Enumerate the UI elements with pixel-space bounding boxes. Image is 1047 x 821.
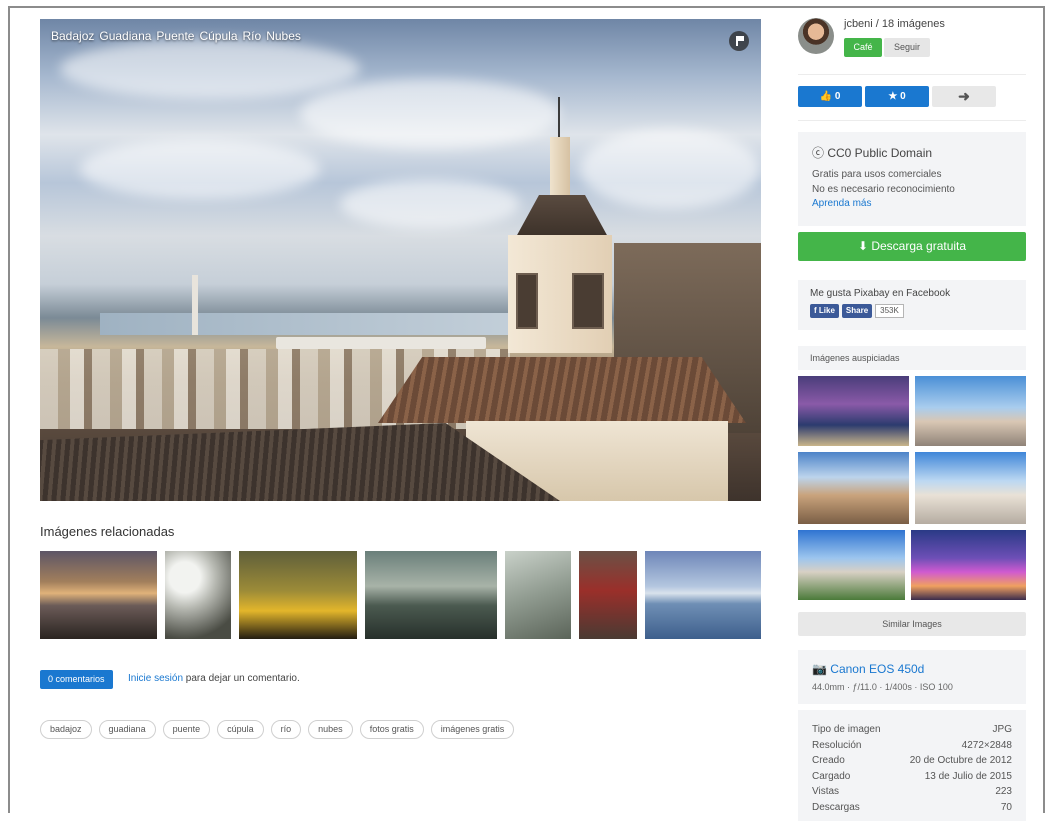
tower-cap-shape: [516, 195, 608, 237]
detail-value: 20 de Octubre de 2012: [909, 755, 1012, 766]
river-shape: [100, 313, 530, 335]
dome-roof-shape: [378, 357, 746, 423]
cloud-shape: [60, 39, 360, 99]
facebook-like-button[interactable]: f Like: [810, 304, 839, 318]
divider: [798, 74, 1026, 75]
license-title: ⓒ CC0 Public Domain: [812, 146, 933, 160]
detail-value: JPG: [992, 724, 1012, 735]
facebook-share-button[interactable]: Share: [841, 304, 873, 318]
camera-specs: 44.0mm · ƒ/11.0 · 1/400s · ISO 100: [812, 682, 953, 692]
detail-label: Cargado: [812, 770, 851, 782]
tag-pill[interactable]: nubes: [308, 720, 353, 739]
detail-value: 223: [995, 786, 1012, 797]
share-button[interactable]: ➜: [932, 86, 996, 107]
bridge-shape: [276, 337, 486, 349]
detail-label: Tipo de imagen: [812, 724, 881, 735]
learn-more-link[interactable]: Aprenda más: [812, 198, 871, 209]
license-line: Gratis para usos comerciales: [812, 169, 942, 180]
related-thumb[interactable]: [165, 551, 231, 639]
detail-label: Vistas: [812, 786, 840, 797]
related-title: Imágenes relacionadas: [40, 524, 175, 539]
related-thumb[interactable]: [645, 551, 761, 639]
sponsored-thumb[interactable]: [915, 452, 1026, 524]
detail-label: Creado: [812, 755, 845, 766]
detail-row: Tipo de imagen JPG: [812, 722, 1012, 738]
detail-row: Vistas 223: [812, 784, 1012, 800]
camera-name[interactable]: 📷 Canon EOS 450d: [812, 662, 1012, 676]
related-thumb[interactable]: [40, 551, 157, 639]
facebook-buttons: f Like Share 353K: [810, 304, 1014, 318]
obelisk-shape: [192, 275, 198, 335]
action-buttons: 👍 0 ★ 0 ➜: [798, 86, 996, 107]
detail-row: Resolución 4272×2848: [812, 738, 1012, 754]
camera-icon: 📷: [812, 662, 831, 676]
cloud-shape: [580, 129, 760, 209]
sponsored-thumb[interactable]: [798, 530, 905, 600]
related-thumb[interactable]: [579, 551, 637, 639]
sponsored-thumb[interactable]: [798, 452, 909, 524]
page-frame: Badajoz Guadiana Puente Cúpula Río Nubes…: [8, 6, 1045, 821]
sponsored-thumb[interactable]: [915, 376, 1026, 446]
camera-box: 📷 Canon EOS 450d 44.0mm · ƒ/11.0 · 1/400…: [798, 650, 1026, 704]
cloud-shape: [340, 179, 520, 229]
detail-label: Resolución: [812, 739, 862, 751]
related-thumb[interactable]: [505, 551, 571, 639]
tag-pill[interactable]: puente: [162, 720, 211, 739]
main-image[interactable]: Badajoz Guadiana Puente Cúpula Río Nubes: [40, 19, 761, 501]
facebook-count: 353K: [875, 304, 904, 318]
tag-list: badajoz guadiana puente cúpula río nubes…: [40, 720, 515, 739]
image-details: Tipo de imagen JPG Resolución 4272×2848 Cr…: [798, 710, 1026, 821]
image-tag-link[interactable]: Nubes: [266, 29, 301, 43]
tag-pill[interactable]: badajoz: [40, 720, 92, 739]
comment-login-note: Inicie sesión para dejar un comentario.: [128, 673, 300, 684]
spire-shape: [550, 137, 570, 199]
camera-model[interactable]: Canon EOS 450d: [830, 662, 924, 676]
comment-login-text: para dejar un comentario.: [183, 673, 300, 684]
detail-value: 4272×2848: [961, 739, 1012, 751]
user-name[interactable]: jcbeni / 18 imágenes: [844, 18, 945, 30]
image-tag-link[interactable]: Badajoz: [51, 29, 94, 43]
image-tag-links: Badajoz Guadiana Puente Cúpula Río Nubes: [51, 29, 306, 43]
tag-pill[interactable]: guadiana: [98, 720, 156, 739]
download-button[interactable]: ⬇ Descarga gratuita: [798, 232, 1026, 261]
cafe-button[interactable]: Café: [844, 38, 882, 57]
tag-pill[interactable]: cúpula: [217, 720, 264, 739]
related-thumb[interactable]: [239, 551, 357, 639]
image-tag-link[interactable]: Cúpula: [199, 29, 237, 43]
image-tag-link[interactable]: Guadiana: [99, 29, 151, 43]
detail-row: Creado 20 de Octubre de 2012: [812, 753, 1012, 769]
tag-pill[interactable]: fotos gratis: [359, 720, 424, 739]
license-line: No es necesario reconocimiento: [812, 184, 955, 195]
like-button[interactable]: 👍 0: [798, 86, 862, 107]
cloud-shape: [300, 79, 560, 149]
favorite-button[interactable]: ★ 0: [865, 86, 929, 107]
login-link[interactable]: Inicie sesión: [128, 673, 183, 684]
tower-window: [516, 273, 538, 329]
tower-window: [572, 273, 604, 329]
weathervane-shape: [558, 97, 560, 139]
sponsored-thumb[interactable]: [798, 376, 909, 446]
tag-pill[interactable]: río: [270, 720, 302, 739]
tag-pill[interactable]: imágenes gratis: [430, 720, 515, 739]
follow-button[interactable]: Seguir: [884, 38, 930, 57]
license-box: ⓒ CC0 Public Domain Gratis para usos com…: [798, 132, 1026, 226]
image-tag-link[interactable]: Río: [243, 29, 262, 43]
avatar[interactable]: [798, 18, 834, 54]
sponsored-thumb[interactable]: [911, 530, 1026, 600]
flag-icon[interactable]: [729, 31, 749, 51]
image-tag-link[interactable]: Puente: [156, 29, 194, 43]
sponsored-title: Imágenes auspiciadas: [798, 346, 1026, 370]
similar-images-button[interactable]: Similar Images: [798, 612, 1026, 636]
divider: [798, 120, 1026, 121]
related-thumb[interactable]: [365, 551, 497, 639]
facebook-box: Me gusta Pixabay en Facebook f Like Shar…: [798, 280, 1026, 330]
cloud-shape: [80, 139, 320, 199]
user-box: jcbeni / 18 imágenes Café Seguir: [798, 18, 1026, 70]
comments-button[interactable]: 0 comentarios: [40, 670, 113, 689]
detail-value: 13 de Julio de 2015: [924, 770, 1012, 782]
facebook-title: Me gusta Pixabay en Facebook: [810, 288, 951, 299]
detail-row: Cargado 13 de Julio de 2015: [812, 769, 1012, 785]
